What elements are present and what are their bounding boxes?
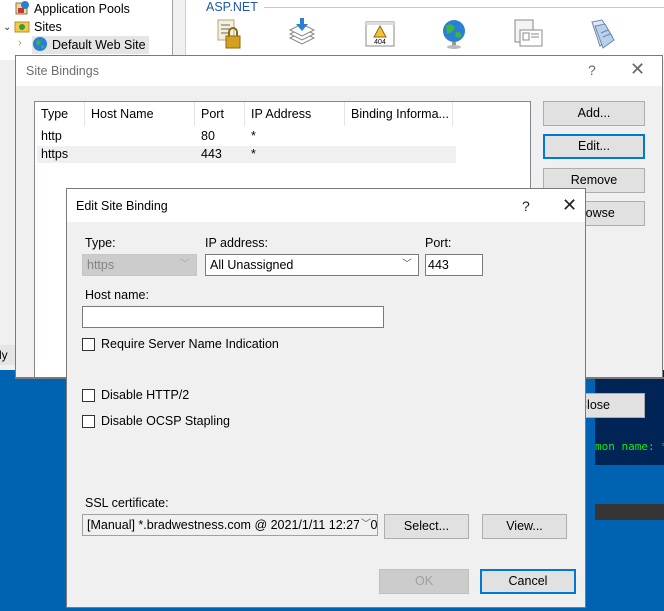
port-label: Port: xyxy=(425,236,452,250)
globe-icon xyxy=(32,36,48,52)
tree-item-default-web-site[interactable]: Default Web Site xyxy=(32,36,149,54)
cell-port: 80 xyxy=(201,129,215,143)
table-row[interactable]: http 80 * xyxy=(37,128,456,145)
type-label: Type: xyxy=(85,236,116,250)
error-404-icon[interactable]: 404 xyxy=(364,18,396,50)
type-value: https xyxy=(87,258,115,272)
cancel-button[interactable]: Cancel xyxy=(480,569,576,594)
close-icon[interactable]: ✕ xyxy=(630,59,645,80)
cell-type: https xyxy=(41,147,69,161)
disable-http2-checkbox[interactable] xyxy=(82,389,95,402)
pages-controls-icon[interactable] xyxy=(512,18,544,50)
view-certificate-button[interactable]: View... xyxy=(482,514,567,539)
ip-address-label: IP address: xyxy=(205,236,269,250)
host-name-label: Host name: xyxy=(85,288,149,302)
expand-chevron-icon[interactable]: ⌄ xyxy=(3,22,11,33)
dialog-titlebar[interactable]: Site Bindings ? ✕ xyxy=(16,56,662,86)
chevron-down-icon: ﹀ xyxy=(180,259,190,270)
authorization-lock-icon[interactable] xyxy=(214,18,246,50)
group-divider xyxy=(264,7,664,8)
dialog-title: Edit Site Binding xyxy=(76,199,168,213)
help-button[interactable]: ? xyxy=(522,198,530,214)
ok-button[interactable]: OK xyxy=(379,569,469,594)
ssl-certificate-label: SSL certificate: xyxy=(85,496,169,510)
disable-http2-label[interactable]: Disable HTTP/2 xyxy=(101,388,189,402)
cell-ip: * xyxy=(251,129,256,143)
edit-site-binding-dialog: Edit Site Binding ? ✕ Type: https ﹀ IP a… xyxy=(66,188,586,608)
disable-ocsp-label[interactable]: Disable OCSP Stapling xyxy=(101,414,230,428)
tree-item-label: Default Web Site xyxy=(52,38,146,52)
ip-address-value: All Unassigned xyxy=(210,258,294,272)
sni-checkbox[interactable] xyxy=(82,338,95,351)
features-view: ASP.NET 404 xyxy=(186,0,664,60)
column-header-binding-information[interactable]: Binding Informa... xyxy=(345,102,453,126)
feature-group-heading: ASP.NET xyxy=(206,0,258,14)
add-button[interactable]: Add... xyxy=(543,101,645,126)
help-button[interactable]: ? xyxy=(588,62,596,78)
type-dropdown: https ﹀ xyxy=(82,254,197,276)
port-input[interactable] xyxy=(425,254,483,276)
column-header-host-name[interactable]: Host Name xyxy=(85,102,195,126)
close-icon[interactable]: ✕ xyxy=(562,195,577,216)
host-name-input[interactable] xyxy=(82,306,384,328)
chevron-down-icon: ﹀ xyxy=(402,259,412,270)
dialog-titlebar[interactable]: Edit Site Binding ? ✕ xyxy=(67,189,585,222)
disable-ocsp-checkbox[interactable] xyxy=(82,415,95,428)
ssl-certificate-dropdown[interactable]: [Manual] *.bradwestness.com @ 2021/1/11 … xyxy=(82,514,378,536)
left-panel-tab-label: dy xyxy=(0,348,8,362)
chevron-down-icon: ﹀ xyxy=(359,515,371,535)
tree-item-label: Application Pools xyxy=(34,2,130,16)
edit-button[interactable]: Edit... xyxy=(543,134,645,159)
select-certificate-button[interactable]: Select... xyxy=(384,514,469,539)
collapse-chevron-icon[interactable]: › xyxy=(18,37,22,49)
globe-icon[interactable] xyxy=(438,18,470,50)
tags-icon[interactable] xyxy=(586,18,618,50)
cell-port: 443 xyxy=(201,147,222,161)
tree-item-label: Sites xyxy=(34,20,62,34)
connections-tree: Application Pools ⌄ Sites › Default Web … xyxy=(0,0,172,60)
svg-text:404: 404 xyxy=(374,39,386,46)
tree-item-sites[interactable]: Sites xyxy=(14,18,62,36)
column-header-type[interactable]: Type xyxy=(35,102,85,126)
column-header-ip-address[interactable]: IP Address xyxy=(245,102,345,126)
powershell-scrollbar[interactable] xyxy=(595,504,664,520)
sites-folder-icon xyxy=(14,18,30,34)
splitter[interactable] xyxy=(172,0,186,60)
table-row[interactable]: https 443 * xyxy=(37,146,456,163)
ip-address-dropdown[interactable]: All Unassigned ﹀ xyxy=(205,254,419,276)
sni-label[interactable]: Require Server Name Indication xyxy=(101,337,279,351)
cell-type: http xyxy=(41,129,62,143)
column-header-port[interactable]: Port xyxy=(195,102,245,126)
app-pools-icon xyxy=(14,0,30,16)
cell-ip: * xyxy=(251,147,256,161)
ssl-certificate-value: [Manual] *.bradwestness.com @ 2021/1/11 … xyxy=(87,518,378,532)
dialog-title: Site Bindings xyxy=(26,64,99,78)
deploy-stack-icon[interactable] xyxy=(286,18,318,50)
tree-item-application-pools[interactable]: Application Pools xyxy=(14,0,130,18)
powershell-output: mon name: * xyxy=(595,440,664,453)
